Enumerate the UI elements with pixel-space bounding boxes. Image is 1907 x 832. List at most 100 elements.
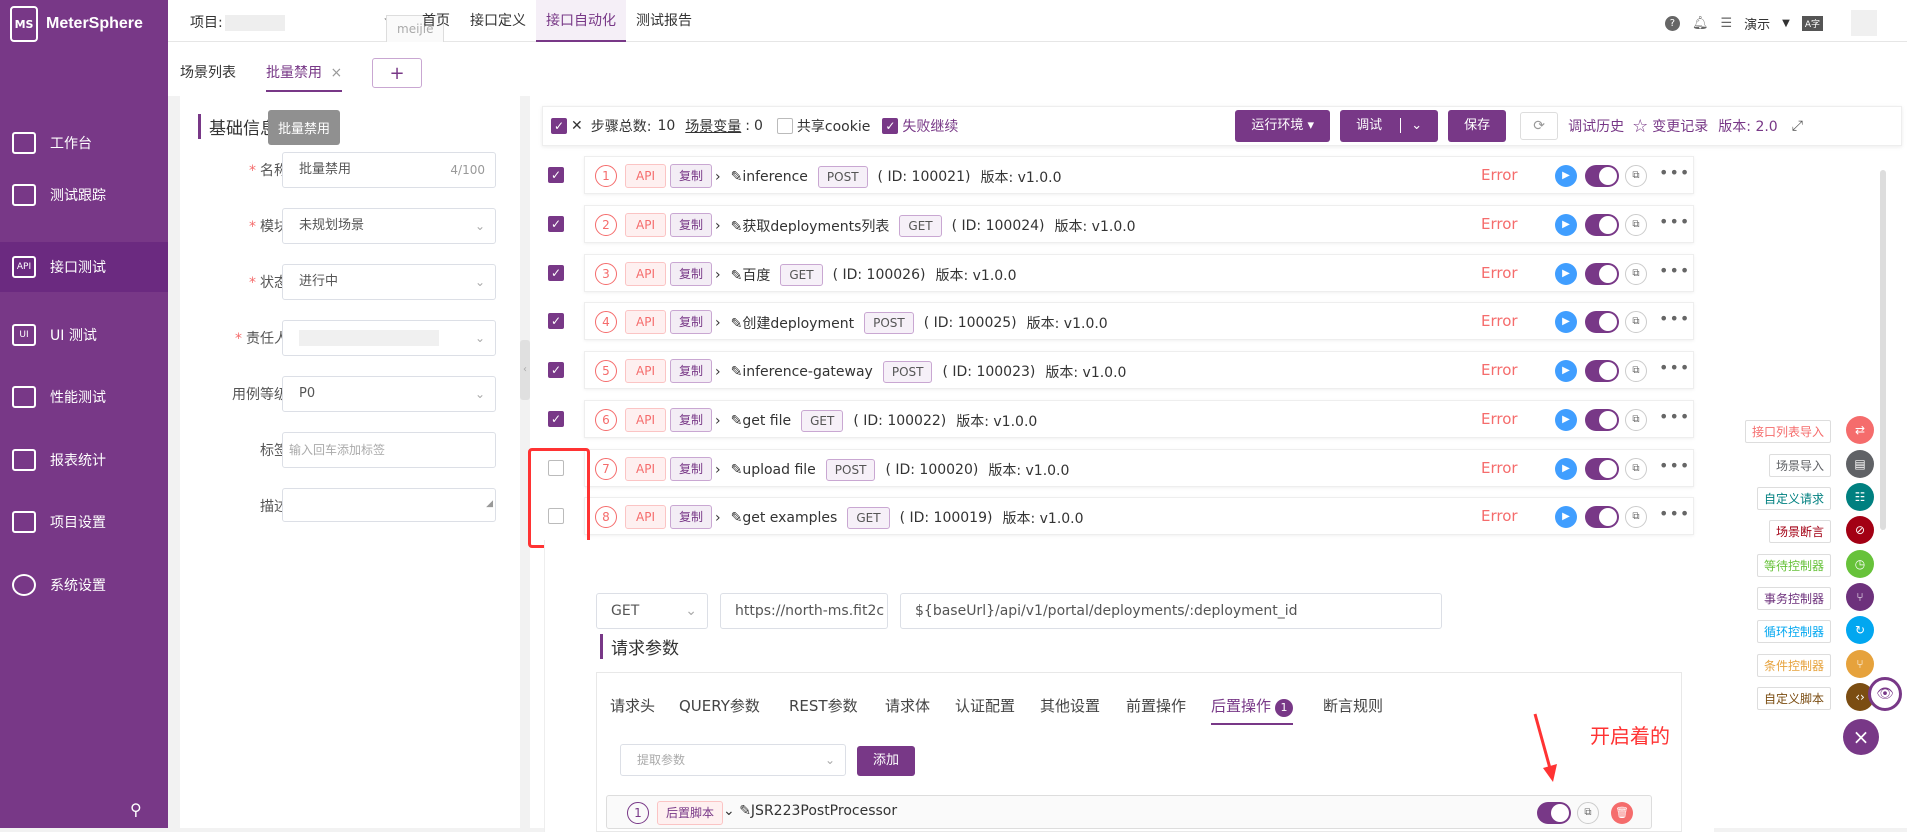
tab-body[interactable]: 请求体 xyxy=(885,695,930,716)
table-row[interactable]: 5 API 复制 › ✎inference-gateway POST( ID: 10002… xyxy=(584,351,1694,389)
scenario-vars-link[interactable]: 场景变量 xyxy=(685,116,741,136)
step-checkbox[interactable]: ✓ xyxy=(548,265,564,281)
select-all-checkbox[interactable]: ✓ xyxy=(551,118,567,134)
step-checkbox[interactable]: ✓ xyxy=(548,216,564,232)
component-label[interactable]: 条件控制器 xyxy=(1756,654,1831,677)
step-title[interactable]: › ✎get file GET( ID: 100022) 版本: v1.0.0 xyxy=(715,410,1037,432)
owner-select[interactable]: ⌄ xyxy=(282,320,496,356)
step-checkbox[interactable]: ✓ xyxy=(548,411,564,427)
sidebar-item-system-settings[interactable]: 系统设置 xyxy=(0,560,168,610)
copy-icon[interactable]: ⧉ xyxy=(1625,263,1647,285)
tags-input[interactable]: 输入回车添加标签 xyxy=(282,432,496,468)
task-list-icon[interactable]: ☰ xyxy=(1720,16,1732,31)
copy-icon[interactable]: ⧉ xyxy=(1625,165,1647,187)
sidebar-item-workbench[interactable]: 工作台 xyxy=(0,118,168,168)
table-row[interactable]: 3 API 复制 › ✎百度 GET( ID: 100026) 版本: v1.0.0 Erro… xyxy=(584,254,1694,292)
delete-icon[interactable]: 🗑︎ xyxy=(1611,802,1633,824)
step-title[interactable]: › ✎inference-gateway POST( ID: 100023) 版本: … xyxy=(715,361,1126,383)
tab-auth[interactable]: 认证配置 xyxy=(955,695,1015,716)
more-icon[interactable]: ••• xyxy=(1659,407,1690,426)
copy-icon[interactable]: ⧉ xyxy=(1625,214,1647,236)
close-icon[interactable]: × xyxy=(330,65,342,81)
module-select[interactable]: 未规划场景 ⌄ xyxy=(282,208,496,244)
run-icon[interactable]: ▶ xyxy=(1555,409,1577,431)
chevron-right-icon[interactable]: › xyxy=(715,218,721,234)
continue-on-fail-checkbox[interactable]: ✓ xyxy=(882,118,899,134)
step-title[interactable]: › ✎百度 GET( ID: 100026) 版本: v1.0.0 xyxy=(715,264,1017,286)
debug-button[interactable]: 调试 ⌄ xyxy=(1340,110,1439,142)
nav-api-automation[interactable]: 接口自动化 xyxy=(536,0,626,42)
run-icon[interactable]: ▶ xyxy=(1555,165,1577,187)
sidebar-item-api-test[interactable]: API 接口测试 xyxy=(0,242,168,292)
version-label[interactable]: 版本: 2.0 xyxy=(1718,116,1777,136)
more-icon[interactable]: ••• xyxy=(1659,456,1690,475)
component-icon[interactable]: ↻ xyxy=(1846,616,1874,644)
more-icon[interactable]: ••• xyxy=(1659,309,1690,328)
tab-assertions[interactable]: 断言规则 xyxy=(1323,695,1383,716)
close-icon[interactable]: ✕ xyxy=(571,118,583,134)
run-icon[interactable]: ▶ xyxy=(1555,360,1577,382)
changelog-link[interactable]: 变更记录 xyxy=(1652,116,1708,136)
enable-toggle[interactable] xyxy=(1585,165,1619,187)
chevron-right-icon[interactable]: › xyxy=(715,169,721,185)
component-icon[interactable]: ⑂ xyxy=(1846,583,1874,611)
component-icon[interactable]: ☷ xyxy=(1846,483,1874,511)
copy-icon[interactable]: ⧉ xyxy=(1625,506,1647,528)
name-input[interactable]: 批量禁用 4/100 xyxy=(282,152,496,188)
debug-history-link[interactable]: 调试历史 xyxy=(1568,116,1624,136)
sidebar-item-reports[interactable]: 报表统计 xyxy=(0,435,168,485)
enable-toggle[interactable] xyxy=(1585,458,1619,480)
add-tab-button[interactable]: + xyxy=(372,58,422,88)
chevron-right-icon[interactable]: › xyxy=(715,413,721,429)
nav-home[interactable]: 首页 xyxy=(412,0,460,42)
pin-icon[interactable]: ⚲ xyxy=(130,800,142,819)
sidebar-item-test-track[interactable]: 测试跟踪 xyxy=(0,170,168,220)
run-icon[interactable]: ▶ xyxy=(1555,506,1577,528)
tab-headers[interactable]: 请求头 xyxy=(610,695,655,716)
component-label[interactable]: 接口列表导入 xyxy=(1744,420,1831,443)
workspace-selector[interactable]: 演示 xyxy=(1744,14,1770,33)
sidebar-item-project-settings[interactable]: 项目设置 xyxy=(0,497,168,547)
run-icon[interactable]: ▶ xyxy=(1555,311,1577,333)
enable-toggle[interactable] xyxy=(1585,214,1619,236)
component-label[interactable]: 场景导入 xyxy=(1768,454,1831,477)
path-input[interactable]: ${baseUrl}/api/v1/portal/deployments/:de… xyxy=(900,593,1442,629)
enable-toggle[interactable] xyxy=(1585,263,1619,285)
user-avatar-blurred[interactable] xyxy=(1851,10,1877,36)
table-row[interactable]: 6 API 复制 › ✎get file GET( ID: 100022) 版本: v1.0… xyxy=(584,400,1694,438)
component-icon[interactable]: ⇄ xyxy=(1846,416,1874,444)
step-title[interactable]: › ✎get examples GET( ID: 100019) 版本: v1.0.0 xyxy=(715,507,1084,529)
tab-pre-ops[interactable]: 前置操作 xyxy=(1126,695,1186,716)
table-row[interactable]: 7 API 复制 › ✎upload file POST( ID: 100020) 版本: … xyxy=(584,449,1694,487)
component-icon[interactable]: ▤ xyxy=(1846,450,1874,478)
chevron-right-icon[interactable]: › xyxy=(715,510,721,526)
step-title[interactable]: › ✎获取deployments列表 GET( ID: 100024) 版本: v1.… xyxy=(715,215,1136,237)
tab-query[interactable]: QUERY参数 xyxy=(679,695,760,716)
chevron-right-icon[interactable]: › xyxy=(715,315,721,331)
sidebar-item-ui-test[interactable]: UI UI 测试 xyxy=(0,310,168,360)
help-icon[interactable]: ? xyxy=(1664,15,1680,31)
language-icon[interactable]: A字 xyxy=(1801,15,1823,31)
chevron-right-icon[interactable]: › xyxy=(715,462,721,478)
save-button[interactable]: 保存 xyxy=(1448,110,1507,142)
step-title[interactable]: › ✎inference POST( ID: 100021) 版本: v1.0.0 xyxy=(715,166,1062,188)
component-label[interactable]: 自定义请求 xyxy=(1756,487,1831,510)
enable-toggle[interactable] xyxy=(1585,506,1619,528)
more-icon[interactable]: ••• xyxy=(1659,261,1690,280)
star-icon[interactable]: ☆ xyxy=(1632,116,1648,137)
more-icon[interactable]: ••• xyxy=(1659,358,1690,377)
copy-icon[interactable]: ⧉ xyxy=(1625,409,1647,431)
step-checkbox[interactable]: ✓ xyxy=(548,313,564,329)
more-icon[interactable]: ••• xyxy=(1659,163,1690,182)
close-panel-button[interactable]: × xyxy=(1843,719,1879,755)
add-button[interactable]: 添加 xyxy=(857,746,916,776)
more-icon[interactable]: ••• xyxy=(1659,212,1690,231)
enable-toggle[interactable] xyxy=(1585,360,1619,382)
component-label[interactable]: 场景断言 xyxy=(1768,520,1831,543)
component-label[interactable]: 事务控制器 xyxy=(1756,587,1831,610)
logo[interactable]: MS MeterSphere xyxy=(10,6,143,42)
chevron-right-icon[interactable]: › xyxy=(715,364,721,380)
component-label[interactable]: 等待控制器 xyxy=(1756,554,1831,577)
refresh-icon[interactable]: ⟳ xyxy=(1520,112,1559,140)
run-icon[interactable]: ▶ xyxy=(1555,214,1577,236)
